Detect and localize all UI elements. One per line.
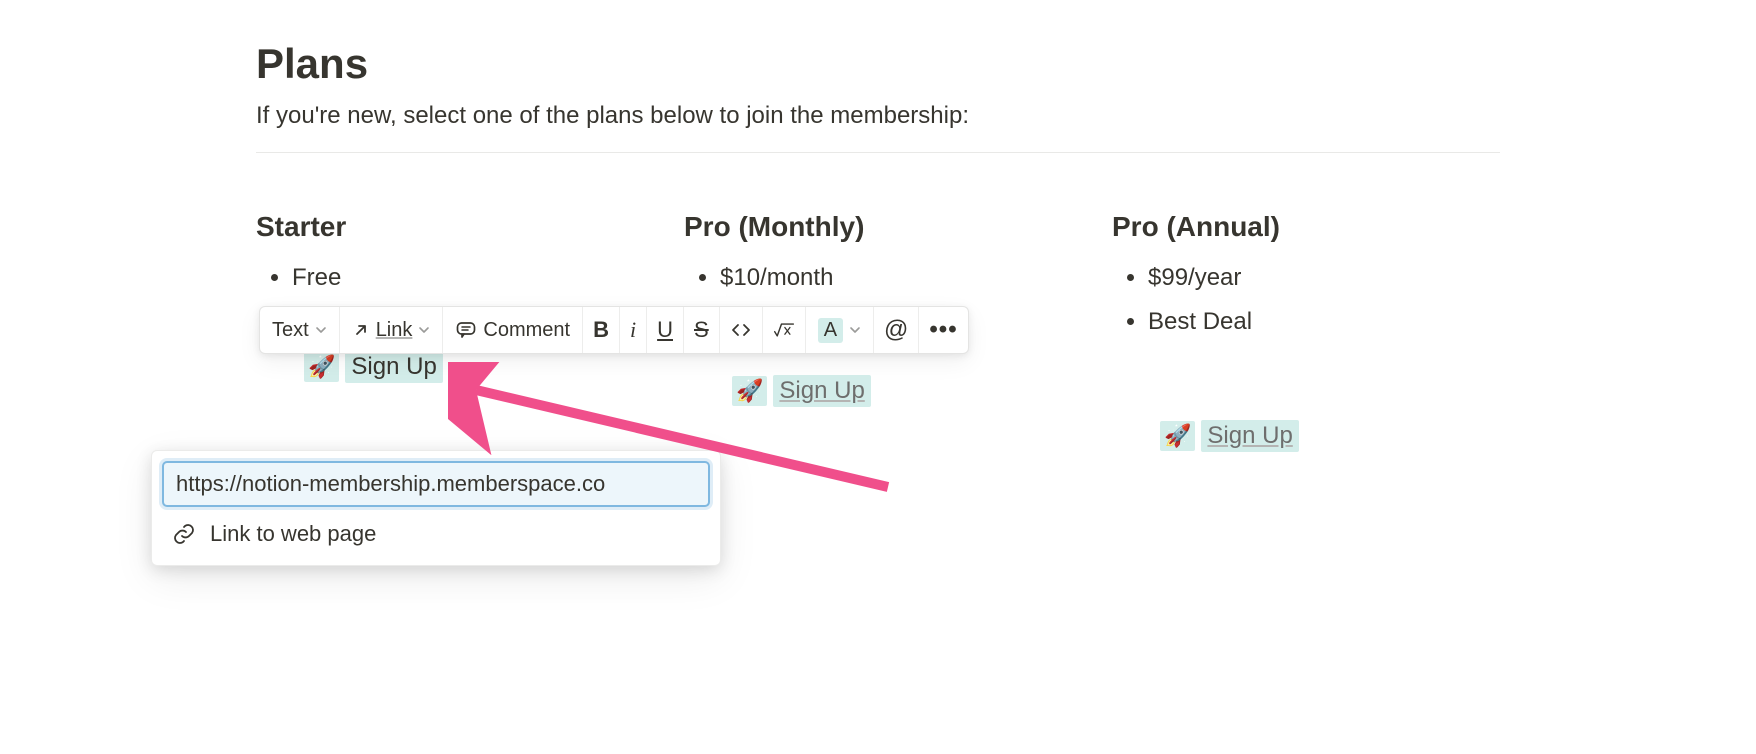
italic-button[interactable]: i bbox=[620, 307, 647, 353]
plan-bullet: $10/month bbox=[720, 259, 1072, 297]
signup-link[interactable]: Sign Up bbox=[345, 351, 442, 383]
underline-label: U bbox=[657, 317, 673, 343]
link-option-label: Link to web page bbox=[210, 521, 376, 547]
plan-title: Pro (Annual) bbox=[1112, 211, 1500, 243]
mention-button[interactable]: @ bbox=[874, 307, 919, 353]
strikethrough-button[interactable]: S bbox=[684, 307, 720, 353]
more-icon: ••• bbox=[929, 316, 957, 344]
comment-icon bbox=[455, 319, 477, 341]
plan-column-pro-annual: Pro (Annual) $99/year Best Deal 🚀 Sign U… bbox=[1112, 211, 1500, 452]
rocket-icon: 🚀 bbox=[1160, 421, 1195, 451]
divider bbox=[256, 152, 1500, 153]
signup-row: 🚀 Sign Up bbox=[1112, 420, 1500, 452]
text-color-dropdown[interactable]: A bbox=[806, 307, 874, 353]
plan-bullets: $10/month bbox=[684, 259, 1072, 297]
italic-label: i bbox=[630, 317, 636, 343]
comment-button[interactable]: Comment bbox=[443, 307, 583, 353]
signup-row: 🚀 Sign Up bbox=[684, 375, 1072, 407]
plan-bullets: Free bbox=[256, 259, 644, 297]
page-title: Plans bbox=[256, 40, 1500, 88]
block-type-dropdown[interactable]: Text bbox=[260, 307, 340, 353]
plan-bullet: Free bbox=[292, 259, 644, 297]
rocket-icon: 🚀 bbox=[304, 352, 339, 382]
link-label: Link bbox=[376, 319, 413, 342]
code-button[interactable] bbox=[720, 307, 763, 353]
signup-link[interactable]: Sign Up bbox=[773, 375, 870, 407]
page-description: If you're new, select one of the plans b… bbox=[256, 102, 1500, 130]
bold-button[interactable]: B bbox=[583, 307, 620, 353]
text-formatting-toolbar: Text Link Comment B i U S A @ ••• bbox=[259, 306, 969, 354]
block-type-label: Text bbox=[272, 319, 309, 342]
link-dropdown[interactable]: Link bbox=[340, 307, 444, 353]
rocket-icon: 🚀 bbox=[732, 376, 767, 406]
link-popup: Link to web page bbox=[151, 450, 721, 566]
color-letter: A bbox=[818, 318, 843, 343]
chevron-down-icon bbox=[315, 324, 327, 336]
mention-label: @ bbox=[884, 316, 908, 344]
signup-link[interactable]: Sign Up bbox=[1201, 420, 1298, 452]
strike-label: S bbox=[694, 317, 709, 343]
plan-bullet: $99/year bbox=[1148, 259, 1500, 297]
link-url-input[interactable] bbox=[162, 461, 710, 507]
arrow-up-right-icon bbox=[352, 321, 370, 339]
link-icon bbox=[172, 522, 196, 546]
plan-bullets: $99/year Best Deal bbox=[1112, 259, 1500, 342]
equation-button[interactable] bbox=[763, 307, 806, 353]
underline-button[interactable]: U bbox=[647, 307, 684, 353]
sqrt-icon bbox=[773, 319, 795, 341]
bold-label: B bbox=[593, 317, 609, 343]
plan-bullet: Best Deal bbox=[1148, 303, 1500, 341]
more-button[interactable]: ••• bbox=[919, 307, 967, 353]
plan-title: Pro (Monthly) bbox=[684, 211, 1072, 243]
code-icon bbox=[730, 319, 752, 341]
comment-label: Comment bbox=[483, 319, 570, 342]
plan-title: Starter bbox=[256, 211, 644, 243]
chevron-down-icon bbox=[849, 324, 861, 336]
chevron-down-icon bbox=[418, 324, 430, 336]
signup-row: 🚀 Sign Up bbox=[256, 351, 644, 383]
link-to-web-page-option[interactable]: Link to web page bbox=[162, 507, 710, 551]
